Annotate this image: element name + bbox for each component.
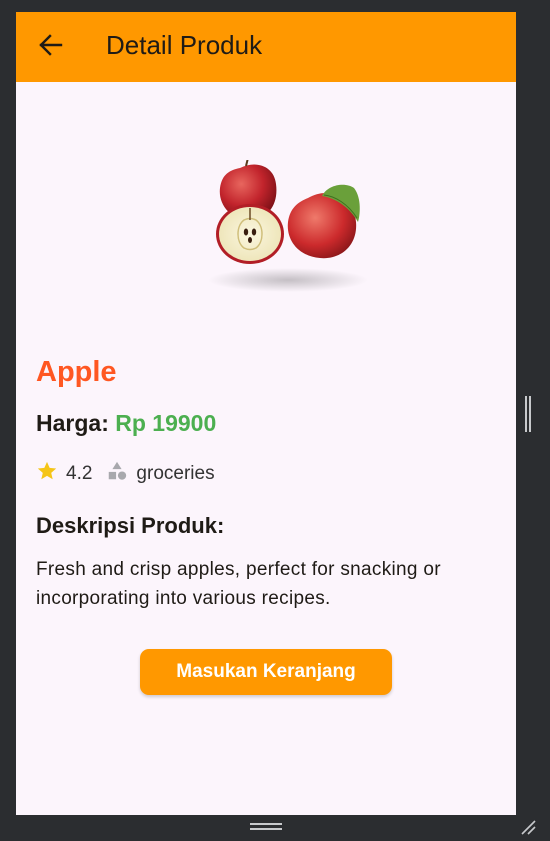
description-title: Deskripsi Produk: [36, 513, 225, 538]
product-meta: 4.2 groceries [36, 460, 215, 488]
app-bar: Detail Produk [16, 12, 516, 82]
window-top-bar [0, 0, 550, 12]
arrow-left-icon [39, 33, 63, 61]
product-name: Apple [36, 356, 117, 388]
price-label: Harga: [36, 410, 116, 436]
description-text: Fresh and crisp apples, perfect for snac… [36, 559, 441, 609]
star-icon [36, 460, 58, 488]
vertical-resize-handle[interactable] [525, 396, 531, 432]
back-button[interactable] [36, 33, 66, 61]
category-label: groceries [136, 463, 215, 484]
horizontal-resize-handle[interactable] [250, 823, 282, 831]
phone-screen: Detail Produk Apple Harga: Rp 19900 4.2 … [16, 12, 516, 815]
rating-value: 4.2 [66, 463, 93, 484]
price-row: Harga: Rp 19900 [36, 410, 216, 437]
add-to-cart-button[interactable]: Masukan Keranjang [140, 649, 392, 695]
page-title: Detail Produk [106, 30, 263, 60]
price-value: Rp 19900 [115, 410, 217, 436]
category-shapes-icon [106, 460, 128, 488]
resize-grip-icon[interactable] [519, 818, 537, 836]
product-image [200, 157, 370, 300]
